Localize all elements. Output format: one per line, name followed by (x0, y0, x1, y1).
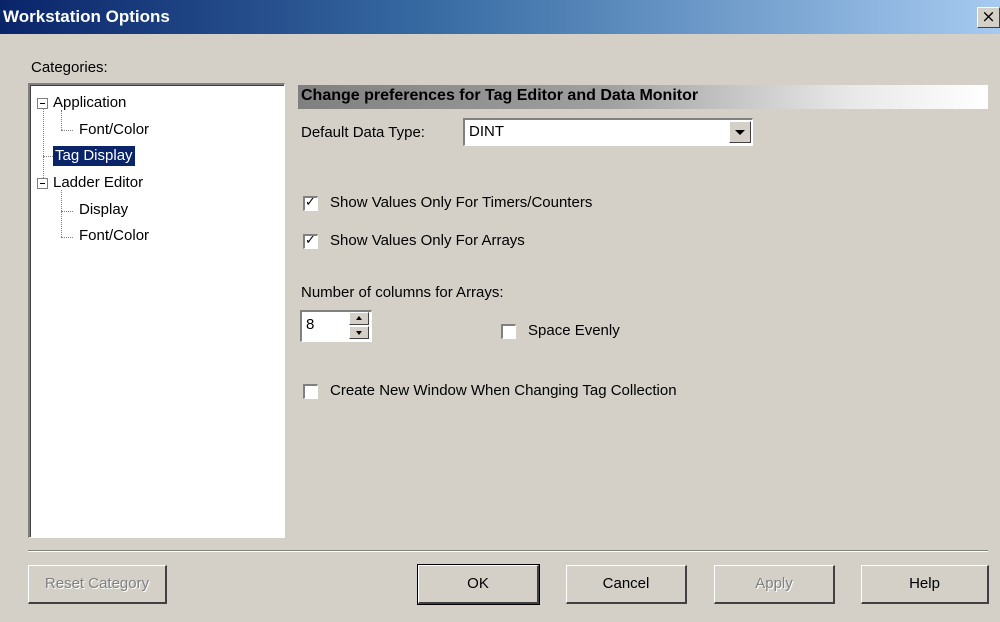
spin-down-button[interactable] (349, 326, 369, 339)
checkmark-icon: ✓ (305, 195, 316, 210)
tree-item-tag-display[interactable]: Tag Display (53, 146, 135, 166)
title-bar: Workstation Options (0, 0, 1000, 34)
dropdown-button[interactable] (729, 121, 751, 143)
tree-item-ladder-display[interactable]: Display (77, 200, 130, 220)
close-button[interactable]: × (977, 7, 1000, 28)
default-data-type-label: Default Data Type: (301, 124, 425, 141)
show-arrays-checkbox[interactable]: ✓ (303, 233, 318, 249)
space-evenly-label[interactable]: Space Evenly (528, 322, 620, 339)
window-title: Workstation Options (3, 7, 170, 26)
arrow-down-icon (356, 331, 362, 335)
tree-item-ladder-editor[interactable]: Ladder Editor (51, 173, 145, 193)
chevron-down-icon (735, 130, 745, 135)
default-data-type-select[interactable]: DINT (463, 118, 753, 146)
categories-tree[interactable]: Application Font/Color Tag Display Ladde… (28, 83, 285, 538)
columns-label: Number of columns for Arrays: (301, 284, 504, 301)
ok-button[interactable]: OK (417, 564, 540, 605)
show-timers-checkbox[interactable]: ✓ (303, 195, 318, 211)
tree-connector (43, 156, 53, 157)
show-timers-label[interactable]: Show Values Only For Timers/Counters (330, 194, 592, 211)
collapse-icon[interactable] (37, 178, 48, 189)
panel-header-text: Change preferences for Tag Editor and Da… (301, 87, 699, 104)
show-arrays-label[interactable]: Show Values Only For Arrays (330, 232, 525, 249)
tree-item-application[interactable]: Application (51, 93, 128, 113)
reset-category-button[interactable]: Reset Category (28, 565, 167, 604)
tree-connector (61, 211, 73, 212)
space-evenly-checkbox[interactable] (501, 324, 516, 339)
categories-label: Categories: (31, 59, 108, 76)
apply-button[interactable]: Apply (714, 565, 835, 604)
tree-item-ladder-font-color[interactable]: Font/Color (77, 226, 151, 246)
checkmark-icon: ✓ (305, 233, 316, 248)
close-icon: × (981, 7, 996, 27)
default-data-type-value: DINT (469, 123, 504, 140)
panel-header: Change preferences for Tag Editor and Da… (298, 85, 988, 109)
new-window-checkbox[interactable] (303, 384, 318, 399)
collapse-icon[interactable] (37, 98, 48, 109)
tree-connector (43, 104, 44, 188)
columns-spinner[interactable]: 8 (300, 310, 372, 342)
new-window-label[interactable]: Create New Window When Changing Tag Coll… (330, 382, 677, 399)
tree-connector (61, 110, 62, 130)
arrow-up-icon (356, 316, 362, 320)
columns-value[interactable]: 8 (306, 316, 314, 333)
cancel-button[interactable]: Cancel (566, 565, 687, 604)
divider (28, 550, 988, 552)
tree-connector (61, 237, 73, 238)
tree-item-application-font-color[interactable]: Font/Color (77, 120, 151, 140)
spin-up-button[interactable] (349, 312, 369, 325)
tree-connector (61, 190, 62, 237)
tree-connector (61, 130, 73, 131)
help-button[interactable]: Help (861, 565, 989, 604)
